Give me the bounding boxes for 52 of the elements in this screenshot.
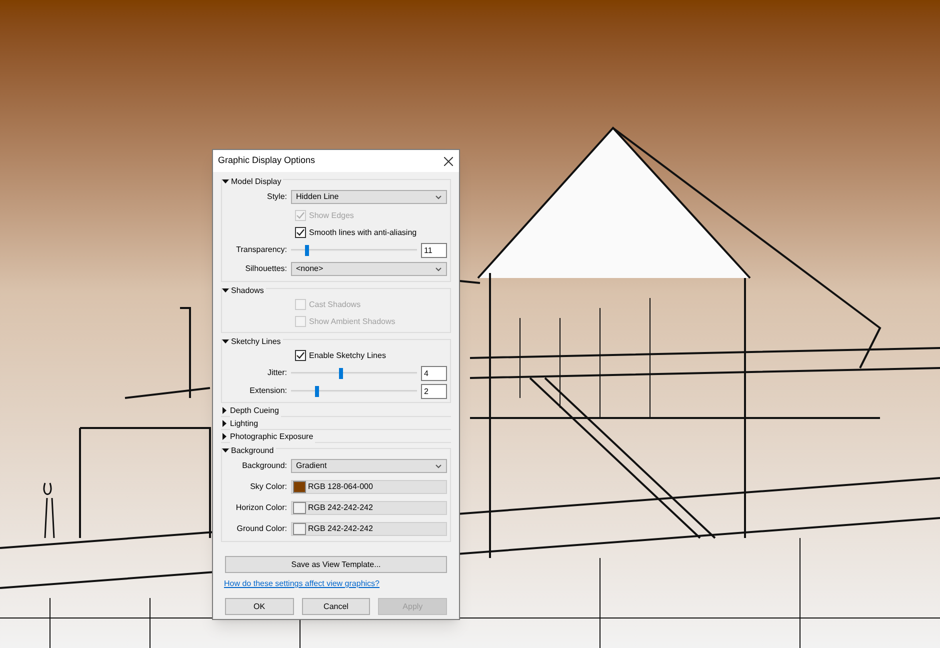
dropdown[interactable]: Hidden Line [291,190,447,204]
slider-thumb[interactable] [315,386,320,396]
save-template-button[interactable]: Save as View Template... [225,556,447,573]
chevron-down-icon [435,194,442,200]
triangle-down-icon [222,178,229,185]
field-label: Transparency: [236,245,287,254]
section-header[interactable]: Shadows [222,285,450,296]
field-label: Horizon Color: [236,502,287,512]
dialog-button[interactable]: Cancel [302,598,370,615]
field-label: Sky Color: [250,482,287,490]
triangle-down-icon [222,447,229,454]
field-label: Jitter: [267,368,287,377]
section-header[interactable]: Model Display [222,176,450,187]
field-label: Silhouettes: [245,264,287,273]
checkmark-icon [296,351,305,360]
checkbox[interactable] [295,227,306,238]
section-header[interactable]: Photographic Exposure [221,431,451,442]
value-field[interactable]: 4 [421,366,447,380]
chevron-down-icon [435,464,442,468]
checkbox[interactable] [295,350,306,361]
dialog-button[interactable]: OK [225,598,294,615]
checkbox-label: Show Ambient Shadows [309,316,396,328]
checkbox-label: Smooth lines with anti-aliasing [309,226,417,238]
field-label: Background: [242,461,287,470]
color-field[interactable]: RGB 128-064-000 [291,480,447,494]
value-field[interactable]: 2 [421,384,447,398]
triangle-down-icon [222,338,229,345]
slider-track[interactable] [291,368,417,378]
slider-thumb[interactable] [339,368,344,378]
slider-thumb[interactable] [305,244,310,256]
help-link[interactable]: How do these settings affect view graphics? [224,578,380,590]
chevron-down-icon [435,266,442,272]
checkbox-label: Cast Shadows [309,298,361,310]
dropdown[interactable]: <none> [291,262,447,276]
color-field[interactable]: RGB 242-242-242 [291,500,447,514]
value-field[interactable]: 11 [421,242,447,258]
checkbox-label: Show Edges [309,210,354,222]
slider-track[interactable] [291,244,417,256]
close-icon[interactable] [444,156,453,166]
checkbox-label: Enable Sketchy Lines [309,350,386,362]
slider-track[interactable] [291,386,417,396]
section-header[interactable]: Depth Cueing [221,405,451,416]
section-header[interactable]: Background [222,445,450,456]
color-field[interactable]: RGB 242-242-242 [291,522,447,536]
triangle-down-icon [222,287,229,294]
dropdown[interactable]: Gradient [291,459,447,473]
field-label: Extension: [250,386,287,395]
field-label: Style: [266,192,287,201]
section-header[interactable]: Lighting [221,418,451,429]
section-header[interactable]: Sketchy Lines [222,336,450,347]
window-title: Graphic Display Options [218,154,316,168]
field-label: Ground Color: [236,524,287,532]
